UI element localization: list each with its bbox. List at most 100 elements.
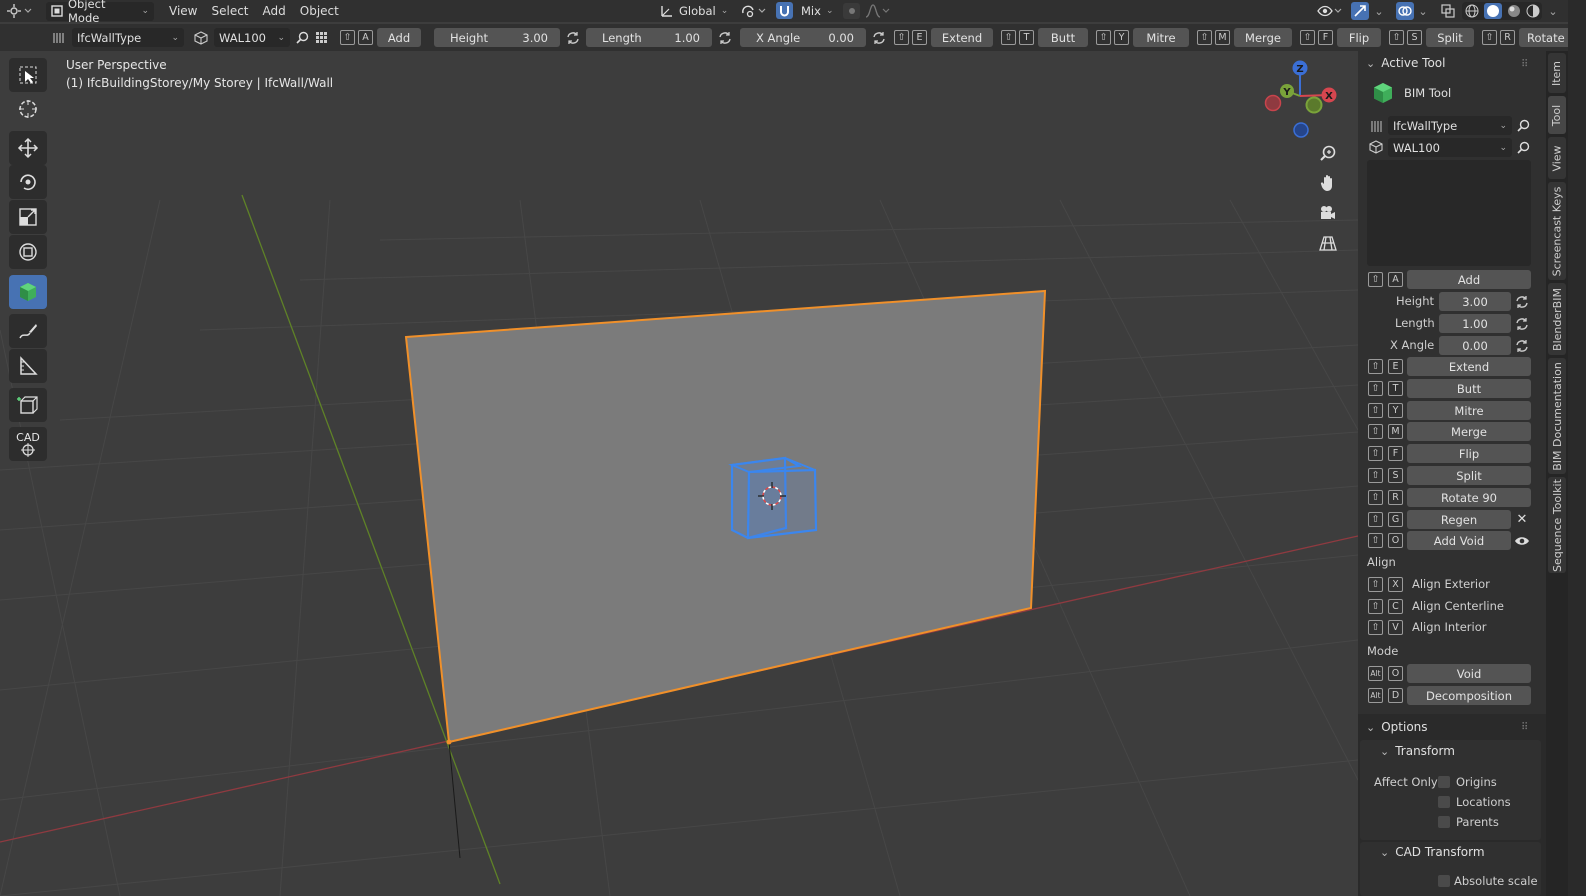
chevron-down-icon[interactable]: ⌄ — [1546, 3, 1560, 19]
menu-view[interactable]: View — [162, 1, 204, 21]
panel-length-field[interactable]: 1.00 — [1439, 314, 1511, 333]
refresh-icon[interactable] — [564, 31, 582, 45]
material-shading-icon[interactable] — [1507, 4, 1521, 18]
bim-tool[interactable] — [9, 275, 47, 309]
drag-handle-icon[interactable]: ⠿ — [1521, 59, 1528, 70]
flip-button[interactable]: Flip — [1337, 28, 1381, 47]
eye-icon[interactable] — [1513, 531, 1531, 550]
void-cube[interactable] — [728, 456, 818, 540]
panel-xangle-field[interactable]: 0.00 — [1439, 336, 1511, 355]
menu-add[interactable]: Add — [256, 1, 293, 21]
origins-checkbox[interactable]: Origins — [1438, 775, 1497, 789]
tab-blenderbim[interactable]: BlenderBIM — [1548, 283, 1566, 355]
overlays-icon[interactable] — [1396, 2, 1414, 20]
align-exterior-button[interactable]: Align Exterior — [1412, 577, 1490, 591]
gizmo-toggle-icon[interactable] — [1351, 2, 1369, 20]
falloff-icon[interactable] — [864, 3, 890, 19]
add-cube-tool[interactable] — [9, 388, 47, 422]
refresh-icon[interactable] — [1513, 292, 1531, 311]
refresh-icon[interactable] — [1513, 336, 1531, 355]
height-field[interactable]: Height 3.00 — [434, 28, 560, 47]
pan-hand-icon[interactable] — [1315, 170, 1341, 196]
pivot-icon[interactable] — [740, 3, 768, 19]
camera-icon[interactable] — [1315, 200, 1341, 226]
merge-button[interactable]: Merge — [1234, 28, 1292, 47]
move-tool[interactable] — [9, 131, 47, 165]
panel-rotate-90-button[interactable]: Rotate 90 — [1407, 488, 1531, 507]
search-icon[interactable] — [1514, 116, 1532, 134]
align-centerline-button[interactable]: Align Centerline — [1412, 599, 1504, 613]
refresh-icon[interactable] — [870, 31, 888, 45]
panel-decomposition-button[interactable]: Decomposition — [1407, 686, 1531, 705]
solid-shading-icon[interactable] — [1483, 3, 1502, 19]
chevron-down-icon[interactable]: ⌄ — [1372, 3, 1386, 19]
3d-viewport[interactable]: Z Y X User Perspective (1) IfcBuildingSt… — [0, 51, 1358, 896]
visibility-icon[interactable] — [1316, 3, 1344, 19]
panel-extend-button[interactable]: Extend — [1407, 357, 1531, 376]
parents-checkbox[interactable]: Parents — [1438, 815, 1499, 829]
right-scrollbar[interactable] — [1568, 0, 1586, 896]
search-icon[interactable] — [294, 31, 310, 44]
xray-icon[interactable] — [1439, 3, 1457, 19]
type-class-select[interactable]: IfcWallType ⌄ — [72, 28, 184, 47]
tab-bim-documentation[interactable]: BIM Documentation — [1548, 358, 1566, 474]
search-icon[interactable] — [1514, 138, 1532, 156]
panel-split-button[interactable]: Split — [1407, 466, 1531, 485]
transform-tool[interactable] — [9, 235, 47, 269]
measure-tool[interactable] — [9, 349, 47, 383]
annotate-tool[interactable] — [9, 314, 47, 348]
panel-merge-button[interactable]: Merge — [1407, 422, 1531, 441]
tab-view[interactable]: View — [1548, 137, 1566, 179]
panel-butt-button[interactable]: Butt — [1407, 379, 1531, 398]
panel-type-name-select[interactable]: WAL100 ⌄ — [1388, 138, 1512, 157]
panel-mitre-button[interactable]: Mitre — [1407, 401, 1531, 420]
refresh-icon[interactable] — [716, 31, 734, 45]
select-box-tool[interactable] — [9, 58, 47, 92]
chevron-down-icon[interactable]: ⌄ — [1416, 3, 1430, 19]
tab-sequence-toolkit[interactable]: Sequence Toolkit — [1548, 477, 1566, 573]
grid-icon[interactable] — [313, 31, 329, 44]
rotate-tool[interactable] — [9, 165, 47, 199]
panel-regen-button[interactable]: Regen — [1407, 510, 1511, 529]
snap-icon[interactable] — [776, 2, 793, 19]
rendered-shading-icon[interactable] — [1526, 4, 1540, 18]
drag-handle-icon[interactable]: ⠿ — [1521, 722, 1528, 733]
tab-screencast-keys[interactable]: Screencast Keys — [1548, 182, 1566, 280]
extend-button[interactable]: Extend — [931, 28, 993, 47]
absolute-scale-checkbox[interactable]: Absolute scale — [1438, 874, 1538, 888]
tab-tool[interactable]: Tool — [1548, 96, 1566, 134]
length-field[interactable]: Length 1.00 — [586, 28, 712, 47]
tab-item[interactable]: Item — [1548, 53, 1566, 93]
close-icon[interactable]: ✕ — [1513, 510, 1531, 529]
mitre-button[interactable]: Mitre — [1133, 28, 1189, 47]
zoom-icon[interactable] — [1315, 140, 1341, 166]
menu-object[interactable]: Object — [293, 1, 346, 21]
align-interior-button[interactable]: Align Interior — [1412, 620, 1486, 634]
perspective-grid-icon[interactable] — [1315, 230, 1341, 256]
cursor-tool[interactable] — [9, 92, 47, 126]
split-button[interactable]: Split — [1426, 28, 1474, 47]
panel-flip-button[interactable]: Flip — [1407, 444, 1531, 463]
locations-checkbox[interactable]: Locations — [1438, 795, 1511, 809]
panel-type-class-select[interactable]: IfcWallType ⌄ — [1388, 116, 1512, 135]
xangle-field[interactable]: X Angle 0.00 — [740, 28, 866, 47]
proportional-editing-icon[interactable] — [843, 3, 860, 19]
panel-height-field[interactable]: 3.00 — [1439, 292, 1511, 311]
active-tool-header[interactable]: ⌄ Active Tool — [1366, 56, 1445, 70]
butt-button[interactable]: Butt — [1038, 28, 1088, 47]
refresh-icon[interactable] — [1513, 314, 1531, 333]
panel-void-button[interactable]: Void — [1407, 664, 1531, 683]
cad-tool[interactable]: CAD — [9, 427, 47, 461]
transform-header[interactable]: ⌄ Transform — [1380, 744, 1455, 758]
scale-tool[interactable] — [9, 200, 47, 234]
add-button[interactable]: Add — [377, 28, 421, 47]
orientation-select[interactable]: Global ⌄ — [655, 1, 733, 20]
panel-add-void-button[interactable]: Add Void — [1407, 531, 1511, 550]
mode-select[interactable]: Object Mode ⌄ — [46, 0, 154, 25]
options-header[interactable]: ⌄ Options — [1366, 720, 1428, 734]
panel-add-button[interactable]: Add — [1407, 270, 1531, 289]
snap-target-select[interactable]: Mix ⌄ — [796, 1, 838, 20]
menu-select[interactable]: Select — [204, 1, 255, 21]
type-name-select[interactable]: WAL100 ⌄ — [214, 28, 290, 47]
editor-type-icon[interactable] — [0, 1, 38, 21]
